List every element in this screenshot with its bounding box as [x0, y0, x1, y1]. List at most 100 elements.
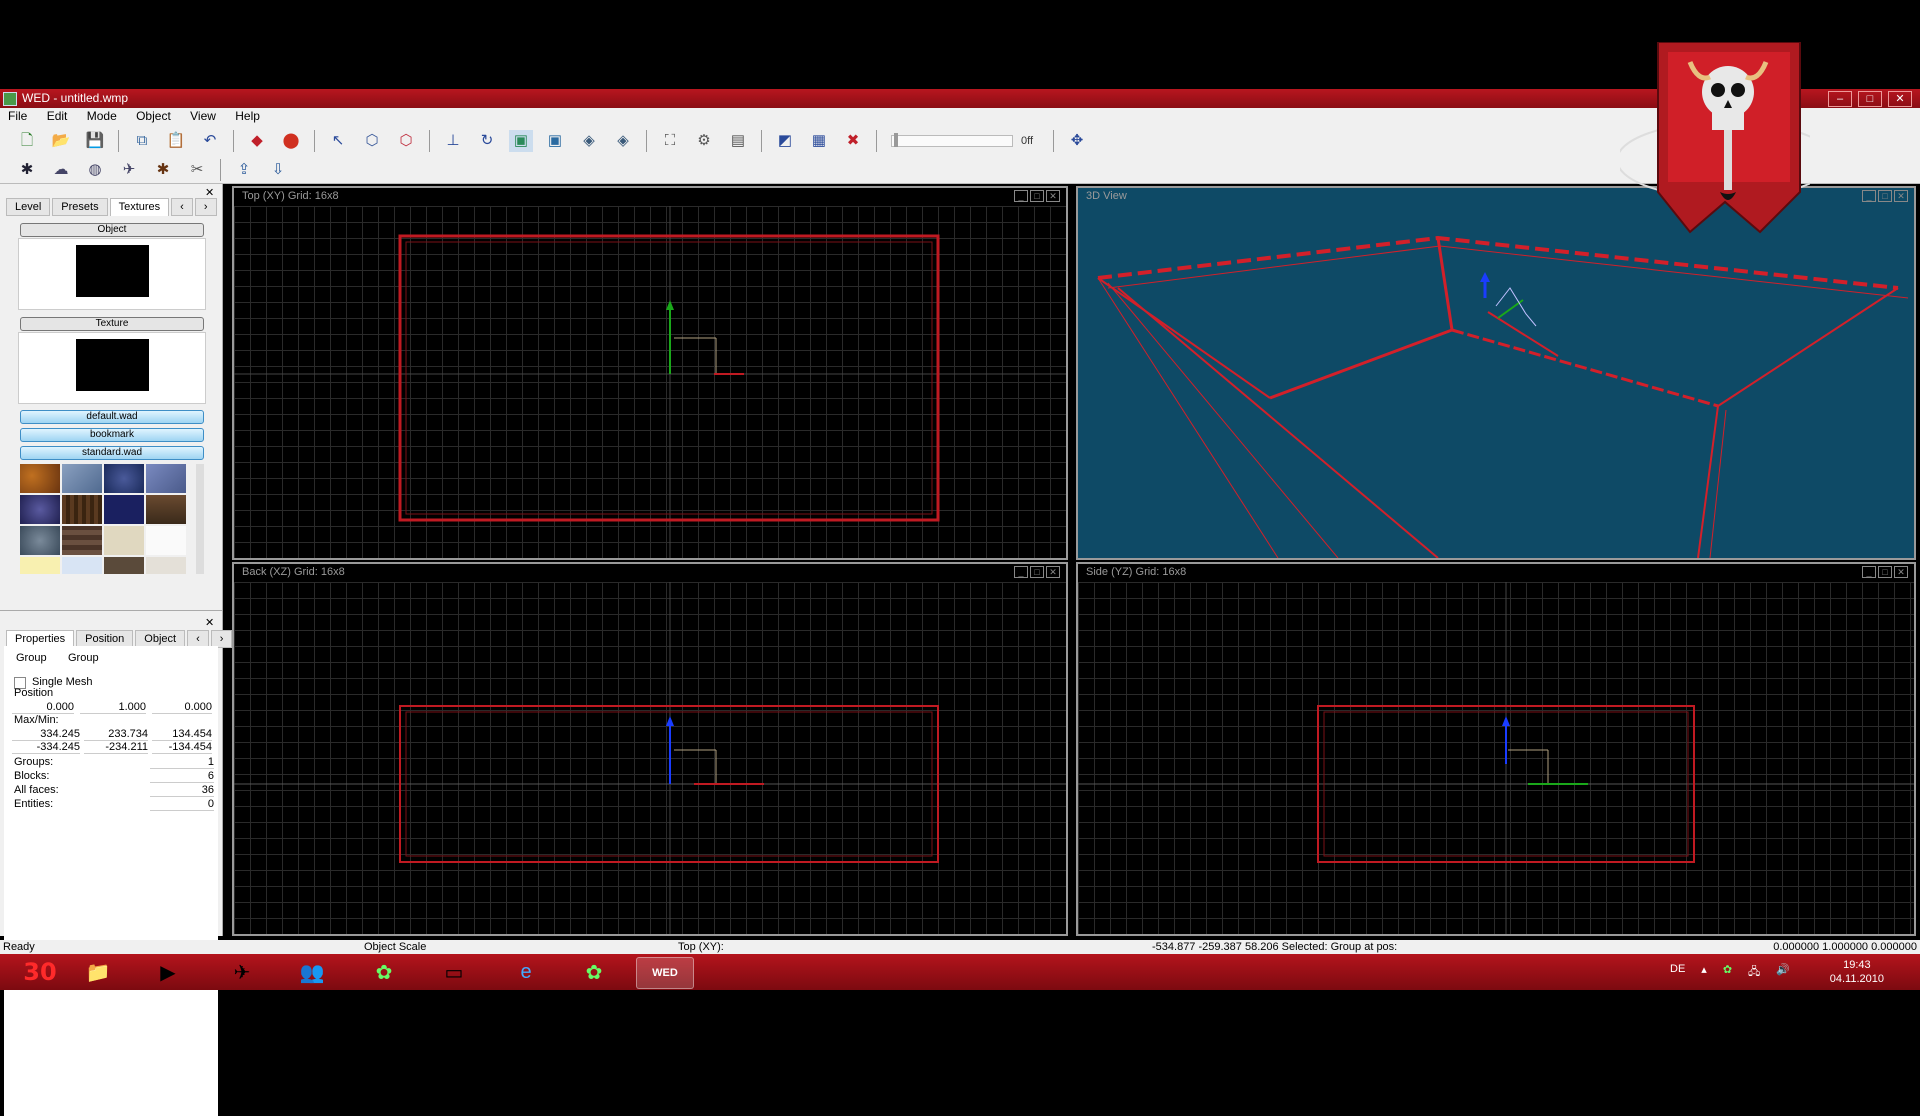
- flower-icon[interactable]: ✿: [566, 957, 622, 987]
- texture-swatch[interactable]: [104, 464, 144, 493]
- save-icon[interactable]: 💾: [83, 130, 107, 152]
- select-icon[interactable]: ↖: [326, 130, 350, 152]
- texture-swatch[interactable]: [62, 464, 102, 493]
- start-button[interactable]: 30: [12, 957, 68, 987]
- viewport-side[interactable]: Side (YZ) Grid: 16x8 _ □ ✕: [1076, 562, 1916, 936]
- browser-icon[interactable]: e: [498, 957, 554, 987]
- tools-icon[interactable]: ✂: [185, 159, 209, 181]
- menu-help[interactable]: Help: [227, 108, 268, 125]
- viewport-maximize-icon[interactable]: □: [1878, 190, 1892, 202]
- top-wireframe: [234, 206, 1066, 558]
- messenger-icon[interactable]: 👥: [284, 957, 340, 987]
- tray-app-icon[interactable]: ✿: [1723, 963, 1732, 982]
- clock[interactable]: 19:43 04.11.2010: [1830, 958, 1884, 986]
- ungroup-icon[interactable]: ◈: [611, 130, 635, 152]
- texture-swatch[interactable]: [62, 526, 102, 555]
- tab-scroll-right[interactable]: ›: [194, 198, 217, 216]
- position-y[interactable]: 1.000: [80, 701, 146, 714]
- viewport-top[interactable]: Top (XY) Grid: 16x8 _ □ ✕: [232, 186, 1068, 560]
- menu-file[interactable]: File: [0, 108, 35, 125]
- menu-edit[interactable]: Edit: [39, 108, 76, 125]
- explorer-icon[interactable]: 📁: [70, 957, 126, 987]
- export-icon[interactable]: ⇪: [232, 159, 256, 181]
- texture-swatch[interactable]: [20, 464, 60, 493]
- menu-mode[interactable]: Mode: [79, 108, 125, 125]
- add-light-icon[interactable]: ☁: [49, 159, 73, 181]
- standard-wad-button[interactable]: standard.wad: [20, 446, 204, 460]
- status-view: Top (XY):: [678, 941, 724, 953]
- position-x[interactable]: 0.000: [12, 701, 74, 714]
- viewport-close-icon[interactable]: ✕: [1894, 190, 1908, 202]
- props-close-icon[interactable]: ✕: [205, 616, 214, 629]
- app-icon[interactable]: ✈: [214, 957, 270, 987]
- hide-icon[interactable]: ▤: [726, 130, 750, 152]
- build-map-icon[interactable]: ◆: [245, 130, 269, 152]
- texture-swatch[interactable]: [146, 526, 186, 555]
- stat-value: 0: [150, 798, 214, 811]
- group-icon[interactable]: ◈: [577, 130, 601, 152]
- viewport-minimize-icon[interactable]: _: [1862, 190, 1876, 202]
- open-folder-icon[interactable]: 📂: [49, 130, 73, 152]
- taskbar-wed-button[interactable]: WED: [636, 957, 694, 989]
- object-mode-icon[interactable]: ▣: [543, 130, 567, 152]
- texture-swatch[interactable]: [146, 464, 186, 493]
- zoom-extents-icon[interactable]: ⛶: [658, 130, 682, 152]
- app-icon: [3, 92, 17, 106]
- step-slider[interactable]: [891, 132, 1013, 147]
- tab-level[interactable]: Level: [6, 198, 51, 216]
- texture-swatch[interactable]: [20, 495, 60, 524]
- undo-icon[interactable]: ↶: [198, 130, 222, 152]
- texture-swatch[interactable]: [146, 495, 186, 524]
- texture-swatch[interactable]: [104, 526, 144, 555]
- add-path-icon[interactable]: ✈: [117, 159, 141, 181]
- menu-view[interactable]: View: [182, 108, 224, 125]
- texture-swatch[interactable]: [104, 495, 144, 524]
- notebook-icon[interactable]: ▭: [426, 957, 482, 987]
- texture-swatch[interactable]: [104, 557, 144, 574]
- scale-icon[interactable]: ⊥: [441, 130, 465, 152]
- grid-snap-icon[interactable]: ▦: [807, 130, 831, 152]
- min-x: -334.245: [12, 741, 80, 754]
- move-arrows-icon[interactable]: ✥: [1065, 130, 1089, 152]
- texture-swatch[interactable]: [20, 526, 60, 555]
- tab-presets[interactable]: Presets: [52, 198, 108, 216]
- add-map-entity-icon[interactable]: ✱: [151, 159, 175, 181]
- add-entity-icon[interactable]: ✱: [15, 159, 39, 181]
- tray-expand-icon[interactable]: ▴: [1701, 963, 1707, 982]
- tab-scroll-left[interactable]: ‹: [171, 198, 193, 216]
- texture-icon[interactable]: ◩: [773, 130, 797, 152]
- move-cube-icon[interactable]: ⬡: [360, 130, 384, 152]
- object-preview: [18, 238, 206, 310]
- flower-icon[interactable]: ✿: [356, 957, 412, 987]
- copy-icon[interactable]: ⧉: [130, 130, 154, 152]
- add-sound-icon[interactable]: ◍: [83, 159, 107, 181]
- language-indicator[interactable]: DE: [1670, 963, 1685, 982]
- settings-icon[interactable]: ⚙: [692, 130, 716, 152]
- menu-object[interactable]: Object: [128, 108, 179, 125]
- delete-icon[interactable]: ✖: [841, 130, 865, 152]
- rotate-icon[interactable]: ↻: [475, 130, 499, 152]
- maximize-button[interactable]: □: [1858, 91, 1882, 107]
- object-scale-icon[interactable]: ▣: [509, 129, 533, 152]
- texture-scrollbar[interactable]: [196, 464, 204, 574]
- volume-icon[interactable]: 🔊: [1776, 963, 1790, 982]
- bookmark-button[interactable]: bookmark: [20, 428, 204, 442]
- texture-swatch[interactable]: [62, 495, 102, 524]
- texture-swatch[interactable]: [146, 557, 186, 574]
- run-map-icon[interactable]: ⬤: [279, 130, 303, 152]
- media-player-icon[interactable]: ▶: [140, 957, 196, 987]
- texture-swatch[interactable]: [62, 557, 102, 574]
- paste-icon[interactable]: 📋: [164, 130, 188, 152]
- close-button[interactable]: ✕: [1888, 91, 1912, 107]
- default-wad-button[interactable]: default.wad: [20, 410, 204, 424]
- max-x: 334.245: [12, 728, 80, 741]
- position-z[interactable]: 0.000: [152, 701, 212, 714]
- new-file-icon[interactable]: 🗋: [15, 130, 39, 152]
- network-icon[interactable]: 🖧: [1748, 963, 1760, 982]
- rotate-cube-icon[interactable]: ⬡: [394, 130, 418, 152]
- tab-textures[interactable]: Textures: [109, 198, 170, 216]
- viewport-back[interactable]: Back (XZ) Grid: 16x8 _ □ ✕: [232, 562, 1068, 936]
- minimize-button[interactable]: –: [1828, 91, 1852, 107]
- import-icon[interactable]: ⇩: [266, 159, 290, 181]
- texture-swatch[interactable]: [20, 557, 60, 574]
